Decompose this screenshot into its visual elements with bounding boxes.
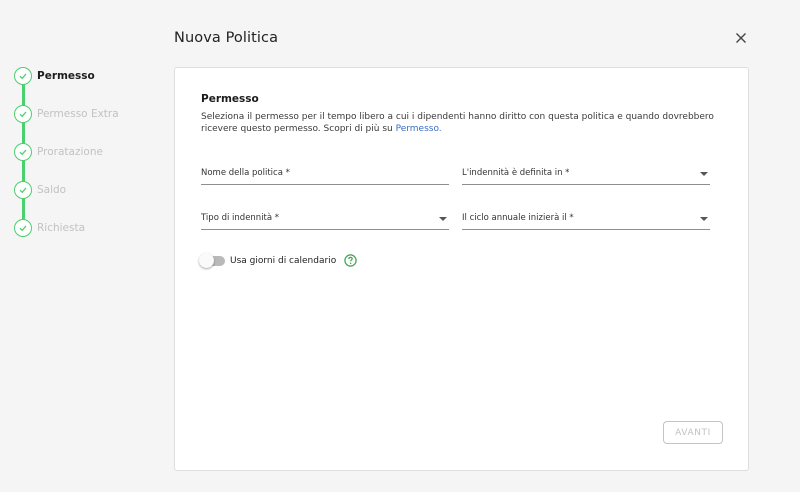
- allowance-defined-in-select[interactable]: L'indennità è definita in *: [462, 165, 710, 185]
- annual-cycle-start-placeholder: Il ciclo annuale inizierà il *: [462, 213, 574, 223]
- check-icon: [14, 105, 32, 123]
- step-permesso[interactable]: Permesso: [14, 66, 95, 86]
- step-label: Saldo: [37, 184, 67, 196]
- step-richiesta[interactable]: Richiesta: [14, 218, 85, 238]
- step-label: Richiesta: [37, 222, 86, 234]
- dropdown-arrow-icon: [700, 172, 708, 176]
- calendar-days-row: Usa giorni di calendario: [199, 252, 357, 268]
- permesso-link[interactable]: Permesso.: [396, 124, 442, 134]
- help-icon[interactable]: [344, 254, 357, 267]
- calendar-days-label: Usa giorni di calendario: [230, 255, 337, 266]
- allowance-type-placeholder: Tipo di indennità *: [201, 213, 280, 223]
- toggle-knob: [199, 252, 214, 268]
- section-description: Seleziona il permesso per il tempo liber…: [201, 111, 721, 135]
- step-label: Proratazione: [37, 146, 103, 158]
- dropdown-arrow-icon: [700, 217, 708, 221]
- calendar-days-toggle[interactable]: [199, 252, 225, 268]
- allowance-defined-in-placeholder: L'indennità è definita in *: [462, 168, 570, 178]
- check-icon: [14, 143, 32, 161]
- dialog-title: Nuova Politica: [174, 30, 279, 46]
- section-title: Permesso: [201, 93, 259, 105]
- step-saldo[interactable]: Saldo: [14, 180, 66, 200]
- check-icon: [14, 219, 32, 237]
- check-icon: [14, 181, 32, 199]
- step-label: Permesso: [37, 70, 95, 82]
- description-text: Seleziona il permesso per il tempo liber…: [201, 112, 714, 134]
- stepper: Permesso Permesso Extra Proratazione Sal…: [14, 66, 164, 246]
- policy-form-card: Permesso Seleziona il permesso per il te…: [174, 67, 749, 471]
- annual-cycle-start-select[interactable]: Il ciclo annuale inizierà il *: [462, 210, 710, 230]
- next-button[interactable]: AVANTI: [663, 421, 723, 444]
- policy-name-placeholder: Nome della politica *: [201, 168, 290, 178]
- close-icon[interactable]: [733, 30, 749, 46]
- dropdown-arrow-icon: [439, 217, 447, 221]
- allowance-type-select[interactable]: Tipo di indennità *: [201, 210, 449, 230]
- step-label: Permesso Extra: [37, 108, 119, 120]
- check-icon: [14, 67, 32, 85]
- policy-name-input[interactable]: Nome della politica *: [201, 165, 449, 185]
- step-proratazione[interactable]: Proratazione: [14, 142, 103, 162]
- step-permesso-extra[interactable]: Permesso Extra: [14, 104, 119, 124]
